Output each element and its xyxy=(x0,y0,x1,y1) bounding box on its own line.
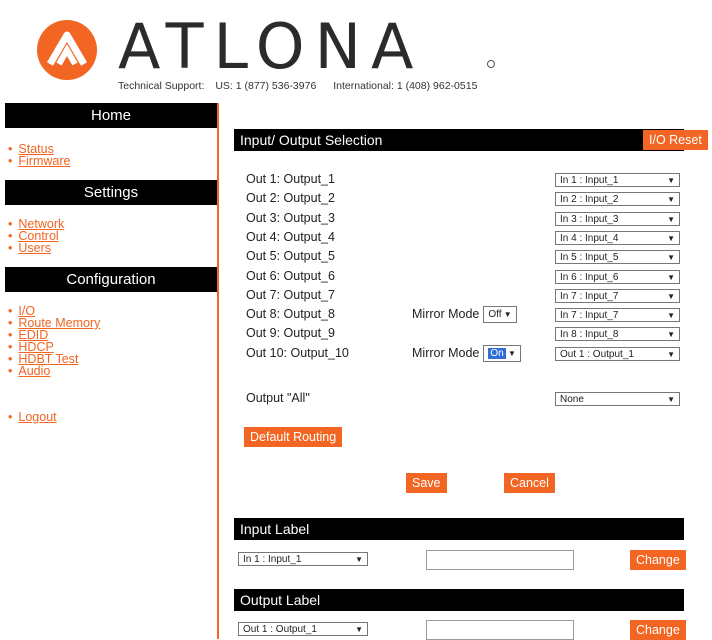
output-source-select[interactable]: In 7 : Input_7 ▼ xyxy=(555,289,680,303)
output-source-select[interactable]: In 4 : Input_4 ▼ xyxy=(555,231,680,245)
input-label-select[interactable]: In 1 : Input_1 ▼ xyxy=(238,552,368,566)
chevron-down-icon: ▼ xyxy=(667,215,675,224)
chevron-down-icon: ▼ xyxy=(667,195,675,204)
io-selection-title: Input/ Output Selection xyxy=(240,132,383,148)
chevron-down-icon: ▼ xyxy=(667,176,675,185)
output-source-value: In 4 : Input_4 xyxy=(560,233,619,244)
output-label-change-button[interactable]: Change xyxy=(630,620,686,640)
output-source-select[interactable]: In 7 : Input_7 ▼ xyxy=(555,308,680,322)
mirror-mode-label: Mirror Mode xyxy=(412,345,480,360)
support-us: US: 1 (877) 536-3976 xyxy=(215,80,317,92)
mirror-mode-label: Mirror Mode xyxy=(412,306,480,321)
io-selection-header: Input/ Output Selection xyxy=(234,129,684,151)
chevron-down-icon: ▼ xyxy=(667,234,675,243)
save-button[interactable]: Save xyxy=(406,473,447,493)
audio-link[interactable]: Audio xyxy=(18,364,50,378)
configuration-list: I/O Route Memory EDID HDCP HDBT Test Aud… xyxy=(0,305,217,378)
chevron-down-icon: ▼ xyxy=(667,273,675,282)
output-label-row: Out 4: Output_4 xyxy=(246,230,335,244)
mirror-mode-select[interactable]: Off ▼ xyxy=(483,306,517,323)
users-link[interactable]: Users xyxy=(18,241,51,255)
atlona-logo-icon xyxy=(37,20,97,80)
sidebar-item-users: Users xyxy=(0,241,217,255)
output-label-field[interactable] xyxy=(426,620,574,640)
output-source-select[interactable]: In 3 : Input_3 ▼ xyxy=(555,212,680,226)
sidebar-configuration-heading: Configuration xyxy=(5,267,217,292)
mirror-mode-control: Mirror Mode On ▼ xyxy=(412,345,521,362)
output-source-select[interactable]: In 1 : Input_1 ▼ xyxy=(555,173,680,187)
io-reset-button[interactable]: I/O Reset xyxy=(643,130,708,150)
logout-list: Logout xyxy=(0,410,217,424)
output-source-select[interactable]: In 5 : Input_5 ▼ xyxy=(555,250,680,264)
output-source-value: In 1 : Input_1 xyxy=(560,175,619,186)
brand-name: ATLONA xyxy=(118,10,424,83)
output-label-row: Out 9: Output_9 xyxy=(246,326,335,340)
settings-list: Network Control Users xyxy=(0,218,217,255)
chevron-down-icon: ▼ xyxy=(667,292,675,301)
input-label-header: Input Label xyxy=(234,518,684,540)
cancel-button[interactable]: Cancel xyxy=(504,473,555,493)
sidebar-home-heading: Home xyxy=(5,103,217,128)
output-source-value: In 7 : Input_7 xyxy=(560,291,619,302)
chevron-down-icon: ▼ xyxy=(667,350,675,359)
output-label-title: Output Label xyxy=(240,592,321,608)
input-label-select-value: In 1 : Input_1 xyxy=(243,554,302,565)
output-label-row: Out 1: Output_1 xyxy=(246,172,335,186)
mirror-mode-select[interactable]: On ▼ xyxy=(483,345,521,362)
output-label-row: Out 6: Output_6 xyxy=(246,269,335,283)
chevron-down-icon: ▼ xyxy=(667,311,675,320)
chevron-down-icon: ▼ xyxy=(667,330,675,339)
output-label-row: Out 2: Output_2 xyxy=(246,191,335,205)
output-source-value: In 2 : Input_2 xyxy=(560,194,619,205)
output-source-select[interactable]: In 2 : Input_2 ▼ xyxy=(555,192,680,206)
output-all-label: Output "All" xyxy=(246,391,310,405)
chevron-down-icon: ▼ xyxy=(501,310,512,319)
mirror-mode-control: Mirror Mode Off ▼ xyxy=(412,306,517,323)
output-label-row: Out 8: Output_8 xyxy=(246,307,335,321)
home-list: Status Firmware xyxy=(0,143,217,168)
logout-link[interactable]: Logout xyxy=(18,410,56,424)
output-source-value: In 7 : Input_7 xyxy=(560,310,619,321)
output-source-value: Out 1 : Output_1 xyxy=(560,349,634,360)
output-source-value: In 3 : Input_3 xyxy=(560,214,619,225)
input-label-field[interactable] xyxy=(426,550,574,570)
output-source-select[interactable]: In 6 : Input_6 ▼ xyxy=(555,270,680,284)
output-source-select[interactable]: Out 1 : Output_1 ▼ xyxy=(555,347,680,361)
mirror-mode-value: Off xyxy=(488,309,502,320)
support-intl: International: 1 (408) 962-0515 xyxy=(333,80,478,92)
output-label-row: Out 3: Output_3 xyxy=(246,211,335,225)
sidebar-item-logout: Logout xyxy=(0,410,217,424)
trademark-icon xyxy=(487,60,495,68)
chevron-down-icon: ▼ xyxy=(355,555,363,564)
default-routing-button[interactable]: Default Routing xyxy=(244,427,343,447)
chevron-down-icon: ▼ xyxy=(667,253,675,262)
output-label-row: Out 7: Output_7 xyxy=(246,288,335,302)
output-label-row: Out 5: Output_5 xyxy=(246,249,335,263)
support-label: Technical Support: xyxy=(118,80,205,92)
sidebar-item-firmware: Firmware xyxy=(0,154,217,168)
output-source-value: In 5 : Input_5 xyxy=(560,252,619,263)
input-label-change-button[interactable]: Change xyxy=(630,550,686,570)
output-label-row: Out 10: Output_10 xyxy=(246,346,349,360)
sidebar-settings-heading: Settings xyxy=(5,180,217,205)
mirror-mode-value: On xyxy=(488,348,506,359)
output-source-value: In 6 : Input_6 xyxy=(560,272,619,283)
output-source-select[interactable]: In 8 : Input_8 ▼ xyxy=(555,327,680,341)
chevron-down-icon: ▼ xyxy=(355,625,363,634)
firmware-link[interactable]: Firmware xyxy=(18,154,70,168)
sidebar-item-audio: Audio xyxy=(0,364,217,378)
chevron-down-icon: ▼ xyxy=(667,395,675,404)
output-source-value: In 8 : Input_8 xyxy=(560,329,619,340)
support-info: Technical Support: US: 1 (877) 536-3976 … xyxy=(118,80,491,92)
sidebar: Home Status Firmware Settings Network Co… xyxy=(0,103,219,639)
chevron-down-icon: ▼ xyxy=(505,349,516,358)
output-label-select[interactable]: Out 1 : Output_1 ▼ xyxy=(238,622,368,636)
output-all-select[interactable]: None ▼ xyxy=(555,392,680,406)
output-label-header: Output Label xyxy=(234,589,684,611)
output-label-select-value: Out 1 : Output_1 xyxy=(243,624,317,635)
output-all-select-value: None xyxy=(560,394,584,405)
input-label-title: Input Label xyxy=(240,521,310,537)
